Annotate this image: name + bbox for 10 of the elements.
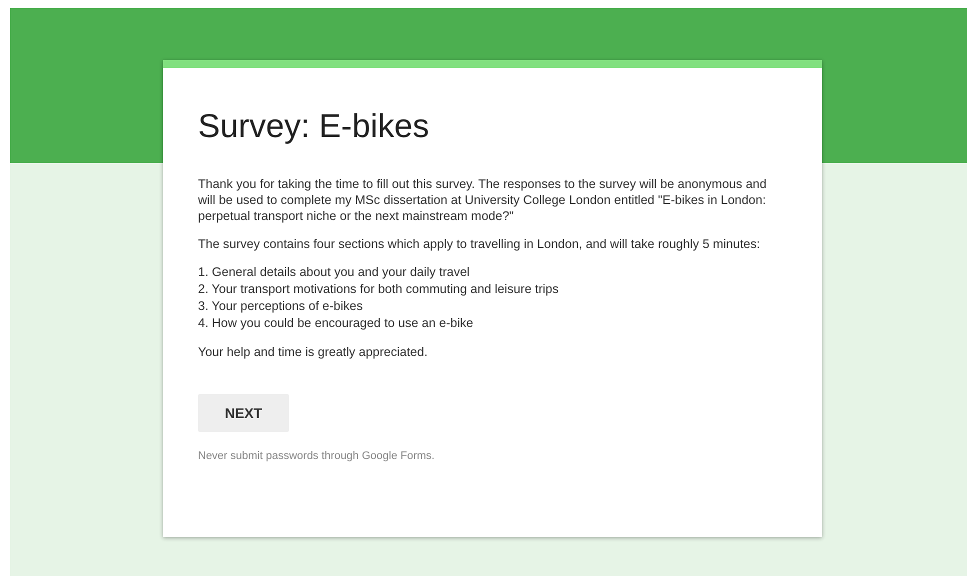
list-item: 1. General details about you and your daily travel (198, 264, 471, 281)
closing-text: Your help and time is greatly appreciated. (198, 344, 429, 360)
form-title: Survey: E-bikes (198, 106, 430, 146)
description-text: The survey contains four sections which apply to travelling in London, and will take roughly 5 minutes: (198, 236, 762, 252)
list-item: 2. Your transport motivations for both commuting and leisure trips (198, 281, 560, 298)
description-text: Thank you for taking the time to fill out this survey. The responses to the survey will be anonymous and will be used to complete my MSc dissertation at University College London entitled "E-bikes in London: perpetual transport niche or the next mainstream mode?" (198, 176, 768, 224)
footer-note: Never submit passwords through Google Forms. (198, 450, 436, 462)
next-button[interactable]: NEXT (198, 394, 289, 432)
list-item: 4. How you could be encouraged to use an e-bike (198, 315, 474, 332)
list-item: 3. Your perceptions of e-bikes (198, 298, 364, 315)
